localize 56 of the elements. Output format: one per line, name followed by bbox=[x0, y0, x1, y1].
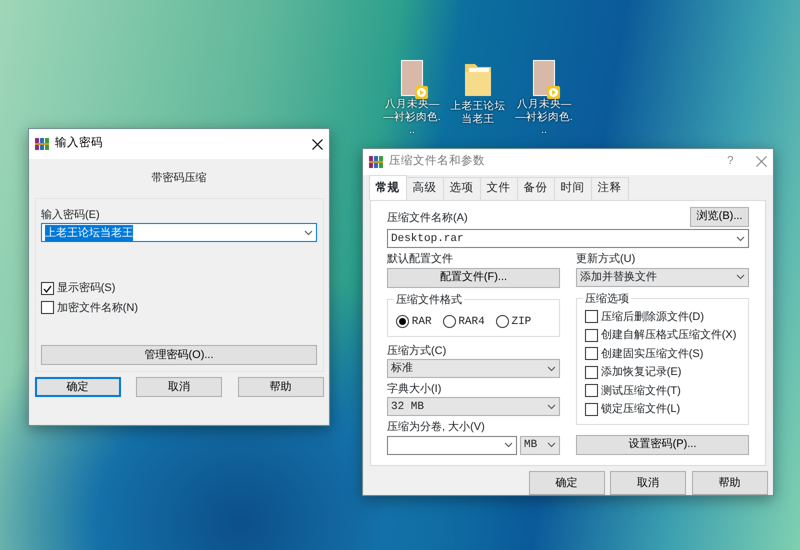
checkbox[interactable]: 创建固实压缩文件(S) bbox=[585, 346, 740, 362]
dialog-button[interactable]: 确定 bbox=[34, 377, 120, 397]
file-name[interactable]: 八月未央——衬衫肉色... bbox=[514, 98, 574, 137]
dictionary-size-dropdown[interactable]: 32 MB bbox=[387, 397, 560, 416]
window-title: 输入密码 bbox=[55, 135, 104, 152]
chevron-down-icon bbox=[547, 404, 556, 410]
chevron-down-icon bbox=[547, 442, 556, 448]
split-size-field[interactable] bbox=[387, 436, 518, 454]
dialog-button[interactable]: 取消 bbox=[136, 377, 222, 397]
tab[interactable]: 常规 bbox=[368, 175, 406, 200]
field-label: 输入密码(E) bbox=[41, 208, 101, 223]
checkbox[interactable]: 测试压缩文件(T) bbox=[585, 382, 740, 399]
manage-passwords-button[interactable]: 管理密码(O)... bbox=[41, 345, 317, 365]
chevron-down-icon bbox=[504, 442, 514, 448]
dialog-button[interactable]: 帮助 bbox=[238, 377, 324, 397]
archive-name-field[interactable]: Desktop.rar bbox=[387, 229, 749, 248]
dialog-button[interactable]: 取消 bbox=[610, 471, 686, 495]
chevron-down-icon bbox=[304, 230, 313, 236]
set-password-button[interactable]: 设置密码(P)... bbox=[576, 434, 749, 454]
help-button[interactable]: ? bbox=[727, 153, 734, 170]
field-label: 压缩为分卷, 大小(V) bbox=[387, 420, 486, 435]
archive-books-icon bbox=[35, 137, 49, 151]
checkbox[interactable]: 创建自解压格式压缩文件(X) bbox=[585, 327, 740, 344]
checkbox[interactable]: 添加恢复记录(E) bbox=[585, 364, 740, 380]
browse-button[interactable]: 浏览(B)... bbox=[690, 206, 749, 226]
field-label: 更新方式(U) bbox=[576, 252, 636, 267]
chevron-down-icon bbox=[736, 236, 745, 242]
radio-button[interactable]: ZIP bbox=[496, 314, 532, 330]
dialog-button[interactable]: 帮助 bbox=[692, 471, 768, 495]
field-label: 默认配置文件 bbox=[387, 252, 454, 267]
close-icon bbox=[756, 156, 767, 168]
radio-button[interactable]: RAR bbox=[396, 314, 432, 330]
window-title: 压缩文件名和参数 bbox=[389, 154, 486, 170]
field-label: 压缩方式(C) bbox=[387, 344, 448, 358]
checkbox[interactable]: 锁定压缩文件(L) bbox=[585, 401, 740, 418]
checkmark-icon bbox=[43, 284, 52, 292]
checkbox[interactable]: 压缩后删除源文件(D) bbox=[585, 308, 740, 325]
profiles-button[interactable]: 配置文件(F)... bbox=[387, 268, 560, 288]
method-dropdown[interactable]: 标准 bbox=[387, 359, 560, 378]
field-label: 字典大小(I) bbox=[387, 382, 442, 397]
checkbox[interactable]: 显示密码(S) bbox=[41, 280, 317, 297]
tab[interactable]: 注释 bbox=[590, 177, 628, 200]
archive-books-icon bbox=[369, 154, 383, 169]
close-icon bbox=[312, 138, 323, 150]
field-label: 压缩文件名称(A) bbox=[387, 210, 468, 226]
chevron-down-icon bbox=[736, 274, 745, 280]
password-field[interactable]: 上老王论坛当老王 bbox=[41, 223, 317, 242]
size-unit-dropdown[interactable]: MB bbox=[520, 436, 560, 454]
dialog-heading: 带密码压缩 bbox=[150, 170, 208, 186]
file-name[interactable]: 上老王论坛当老王 bbox=[448, 100, 508, 126]
chevron-down-icon bbox=[547, 366, 556, 372]
checkbox[interactable]: 加密文件名称(N) bbox=[41, 300, 317, 316]
file-name[interactable]: 八月未央——衬衫肉色... bbox=[382, 98, 442, 137]
radio-button[interactable]: RAR4 bbox=[442, 314, 485, 330]
update-mode-dropdown[interactable]: 添加并替换文件 bbox=[576, 268, 749, 286]
dialog-button[interactable]: 确定 bbox=[528, 471, 604, 495]
